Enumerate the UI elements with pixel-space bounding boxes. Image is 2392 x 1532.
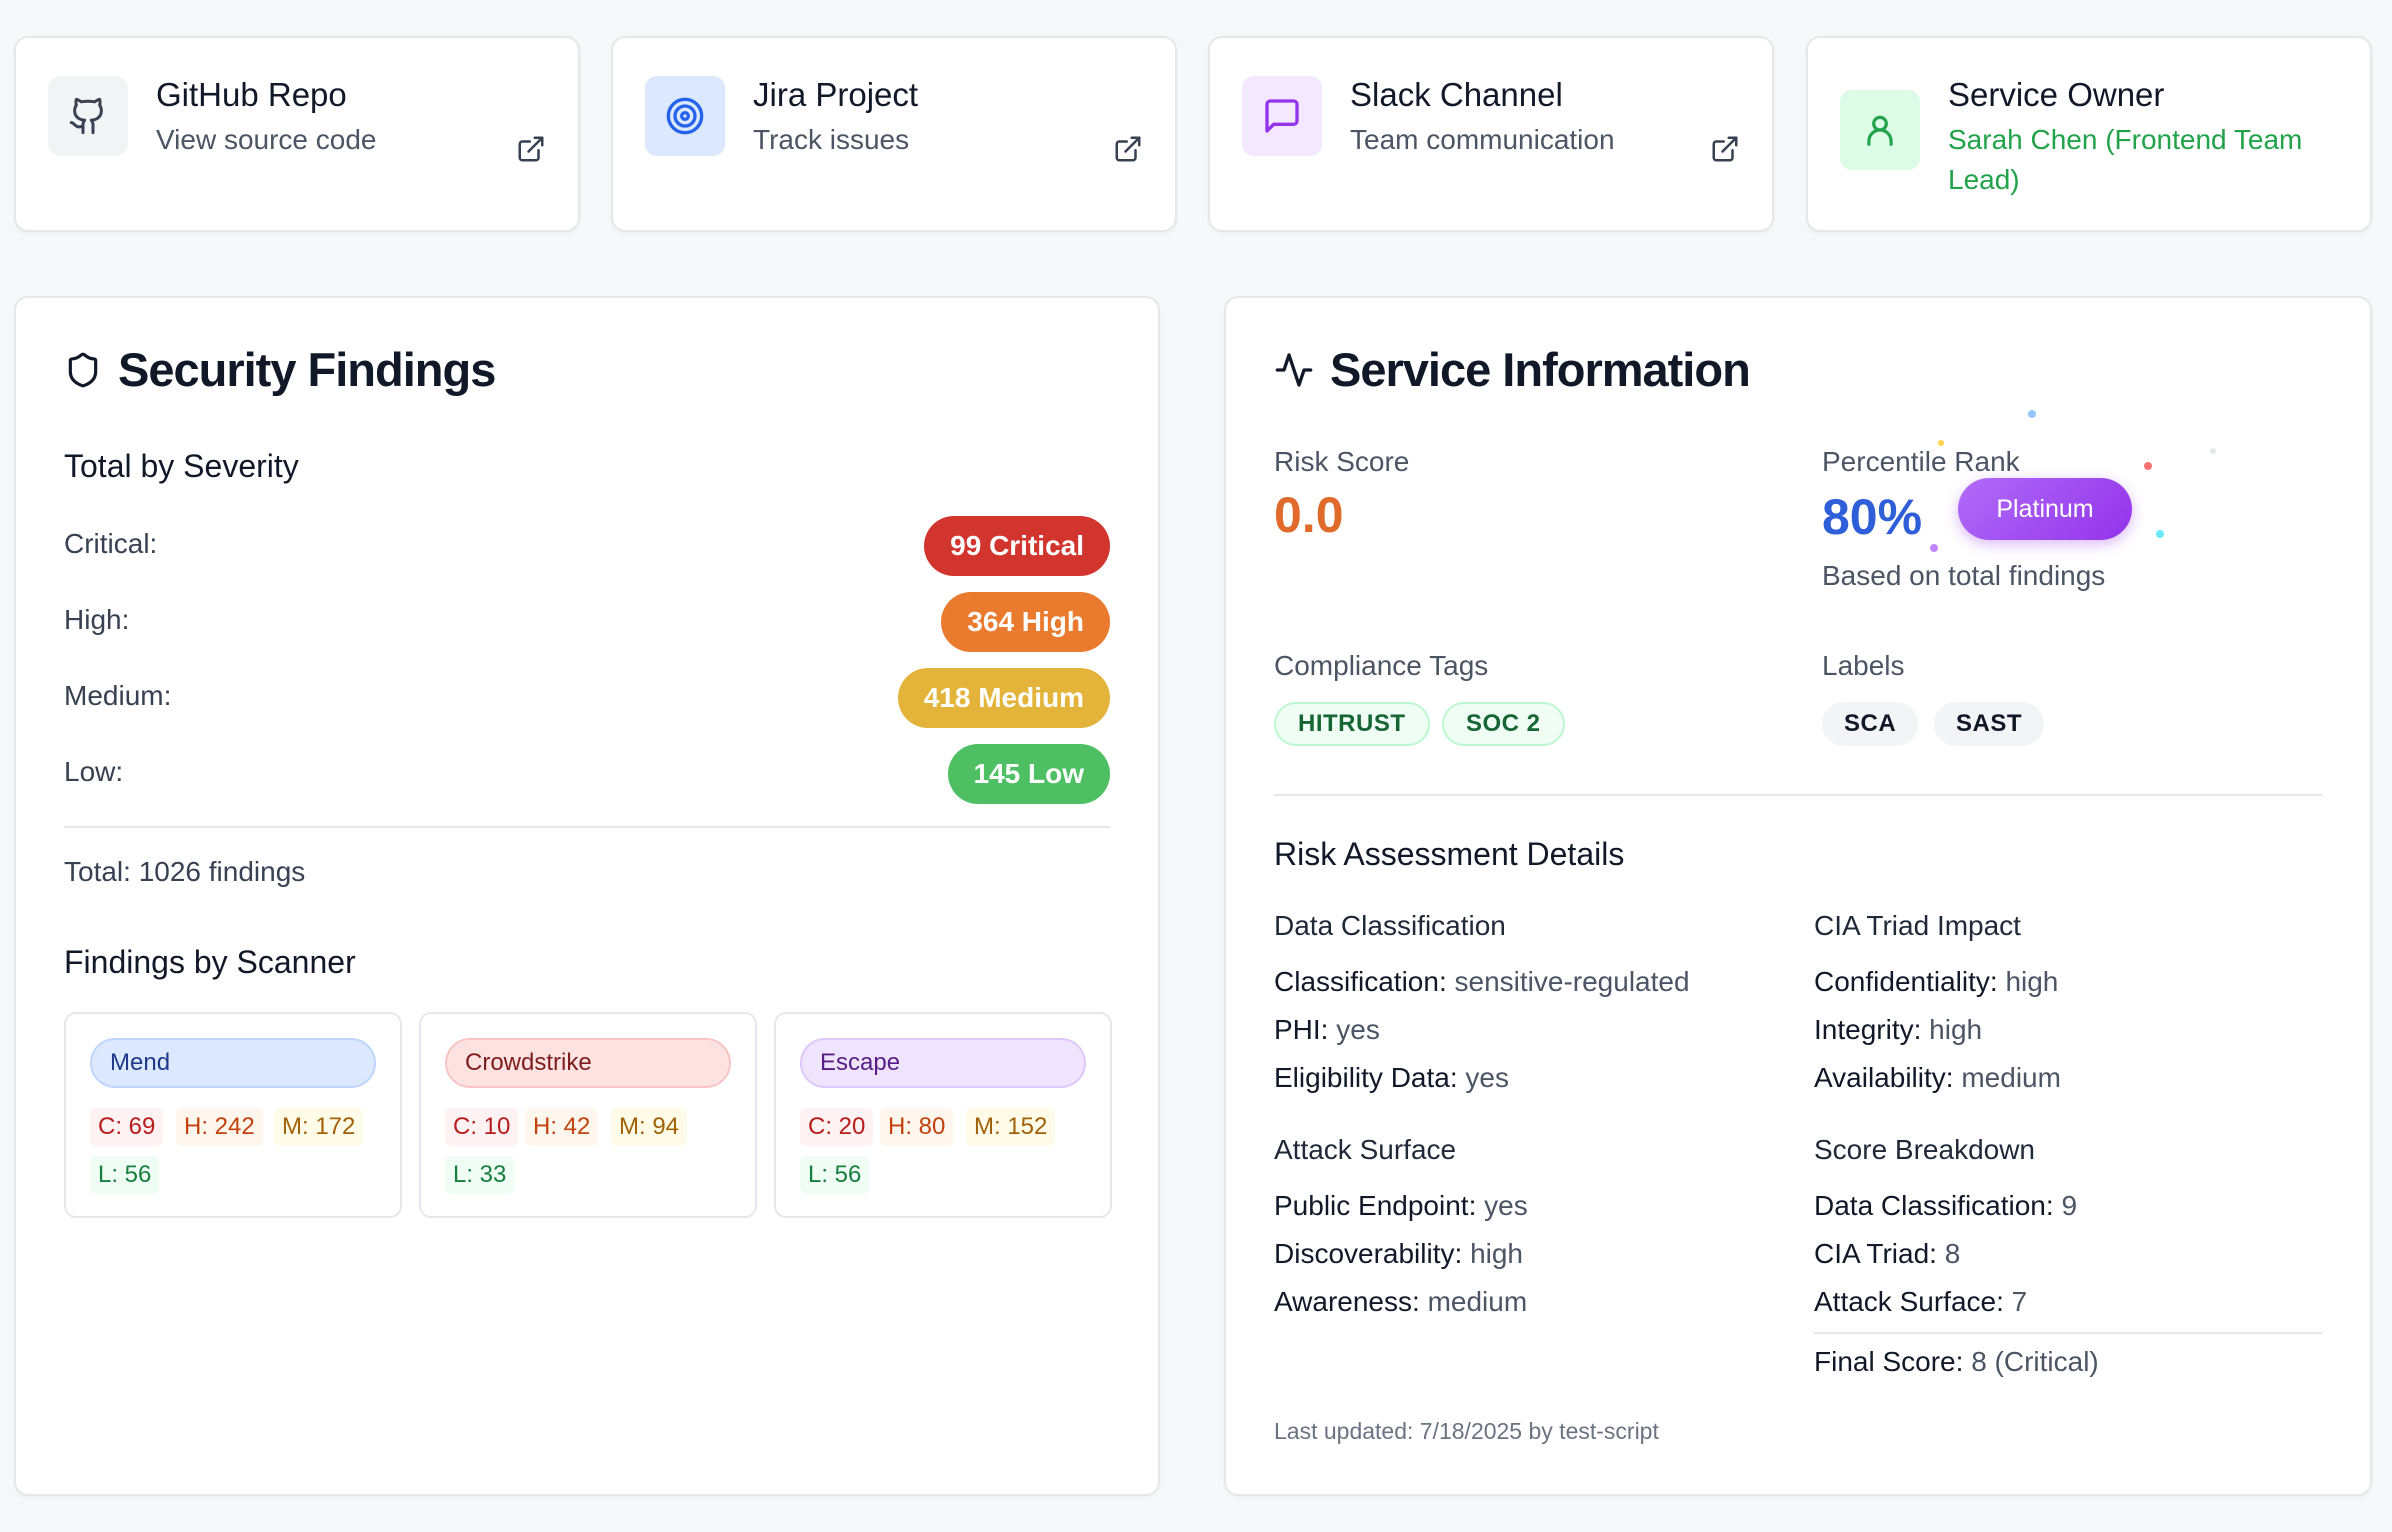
severity-label-medium: Medium:	[64, 680, 172, 711]
label-tag: SCA	[1822, 702, 1919, 746]
platinum-badge: Platinum	[1958, 478, 2132, 540]
divider	[1274, 794, 2322, 796]
labels-label: Labels	[1822, 650, 1905, 681]
classification-row: Classification: sensitive-regulated	[1274, 966, 1690, 997]
security-findings-panel: Security Findings Total by Severity Crit…	[14, 296, 1160, 1496]
confidentiality-row: Confidentiality: high	[1814, 966, 2059, 997]
compliance-tag: HITRUST	[1274, 702, 1430, 746]
external-link-icon[interactable]	[516, 134, 546, 164]
severity-label-high: High:	[64, 604, 130, 635]
high-badge: 364 High	[941, 592, 1110, 652]
link-title: Jira Project	[753, 76, 919, 113]
severity-label-critical: Critical:	[64, 528, 158, 559]
owner-name: Sarah Chen (Frontend Team Lead)	[1948, 124, 2303, 195]
risk-score-value: 0.0	[1274, 487, 1344, 543]
total-findings: Total: 1026 findings	[64, 856, 306, 887]
low-badge: 145 Low	[947, 744, 1110, 804]
awareness-row: Awareness: medium	[1274, 1286, 1528, 1317]
critical-count: C: 10	[445, 1108, 519, 1146]
phi-row: PHI: yes	[1274, 1014, 1380, 1045]
sparkle	[1930, 544, 1938, 552]
label-tag: SAST	[1934, 702, 2045, 746]
medium-count: M: 94	[611, 1108, 688, 1146]
scanner-name: Crowdstrike	[445, 1038, 731, 1088]
target-icon	[645, 76, 725, 156]
critical-badge: 99 Critical	[924, 516, 1110, 576]
activity-icon	[1275, 352, 1313, 387]
divider	[64, 826, 1110, 828]
high-count: H: 42	[525, 1108, 599, 1146]
high-count: H: 242	[176, 1108, 263, 1146]
message-square-icon	[1242, 76, 1322, 156]
service-information-panel: Service Information Risk Score 0.0 Perce…	[1224, 296, 2372, 1496]
discoverability-row: Discoverability: high	[1274, 1238, 1523, 1269]
low-count: L: 56	[800, 1156, 870, 1194]
critical-count: C: 69	[90, 1108, 164, 1146]
link-subtitle: Team communication	[1350, 124, 1615, 155]
scanner-name: Mend	[90, 1038, 376, 1088]
risk-score-label: Risk Score	[1274, 446, 1410, 477]
medium-count: M: 172	[274, 1108, 364, 1146]
percentile-label: Percentile Rank	[1822, 446, 2020, 477]
low-count: L: 33	[445, 1156, 515, 1194]
last-updated: Last updated: 7/18/2025 by test-script	[1274, 1418, 1659, 1444]
sparkle	[2210, 448, 2216, 454]
service-owner-card: Service Owner Sarah Chen (Frontend Team …	[1806, 36, 2372, 232]
external-link-icon[interactable]	[1113, 134, 1143, 164]
sparkle	[1938, 440, 1944, 446]
service-information-title: Service Information	[1274, 342, 1751, 397]
link-title: GitHub Repo	[156, 76, 347, 113]
final-score-row: Final Score: 8 (Critical)	[1814, 1346, 2099, 1377]
user-icon	[1840, 90, 1920, 170]
score-cia-row: CIA Triad: 8	[1814, 1238, 1961, 1269]
security-findings-title: Security Findings	[64, 342, 496, 397]
shield-icon	[68, 352, 98, 387]
severity-heading: Total by Severity	[64, 448, 299, 484]
scanner-card-crowdstrike: Crowdstrike C: 10 H: 42 M: 94 L: 33	[419, 1012, 757, 1218]
slack-channel-card[interactable]: Slack Channel Team communication	[1208, 36, 1774, 232]
owner-title: Service Owner	[1948, 76, 2165, 113]
availability-row: Availability: medium	[1814, 1062, 2061, 1093]
score-attack-surface-row: Attack Surface: 7	[1814, 1286, 2028, 1317]
percentile-note: Based on total findings	[1822, 560, 2106, 591]
eligibility-row: Eligibility Data: yes	[1274, 1062, 1509, 1093]
panel-title-text: Security Findings	[118, 343, 496, 396]
link-subtitle: View source code	[156, 124, 377, 155]
critical-count: C: 20	[800, 1108, 874, 1146]
scanner-heading: Findings by Scanner	[64, 944, 356, 980]
divider	[1814, 1332, 2322, 1334]
attack-surface-heading: Attack Surface	[1274, 1134, 1457, 1165]
scanner-name: Escape	[800, 1038, 1086, 1088]
medium-count: M: 152	[966, 1108, 1056, 1146]
public-endpoint-row: Public Endpoint: yes	[1274, 1190, 1528, 1221]
scanner-card-mend: Mend C: 69 H: 242 M: 172 L: 56	[64, 1012, 402, 1218]
jira-project-card[interactable]: Jira Project Track issues	[611, 36, 1177, 232]
link-title: Slack Channel	[1350, 76, 1563, 113]
github-repo-card[interactable]: GitHub Repo View source code	[14, 36, 580, 232]
sparkle	[2156, 530, 2164, 538]
github-icon	[48, 76, 128, 156]
percentile-value: 80%	[1822, 489, 1923, 545]
sparkle	[2028, 410, 2036, 418]
score-data-classification-row: Data Classification: 9	[1814, 1190, 2078, 1221]
medium-badge: 418 Medium	[897, 668, 1110, 728]
panel-title-text: Service Information	[1330, 343, 1751, 396]
external-link-icon[interactable]	[1710, 134, 1740, 164]
data-classification-heading: Data Classification	[1274, 910, 1506, 941]
low-count: L: 56	[90, 1156, 160, 1194]
sparkle	[2144, 462, 2152, 470]
compliance-tag: SOC 2	[1442, 702, 1565, 746]
severity-label-low: Low:	[64, 756, 124, 787]
scanner-card-escape: Escape C: 20 H: 80 M: 152 L: 56	[774, 1012, 1112, 1218]
link-subtitle: Track issues	[753, 124, 910, 155]
cia-heading: CIA Triad Impact	[1814, 910, 2021, 941]
high-count: H: 80	[880, 1108, 954, 1146]
compliance-tags-label: Compliance Tags	[1274, 650, 1489, 681]
integrity-row: Integrity: high	[1814, 1014, 1983, 1045]
risk-assessment-heading: Risk Assessment Details	[1274, 836, 1625, 872]
score-breakdown-heading: Score Breakdown	[1814, 1134, 2036, 1165]
